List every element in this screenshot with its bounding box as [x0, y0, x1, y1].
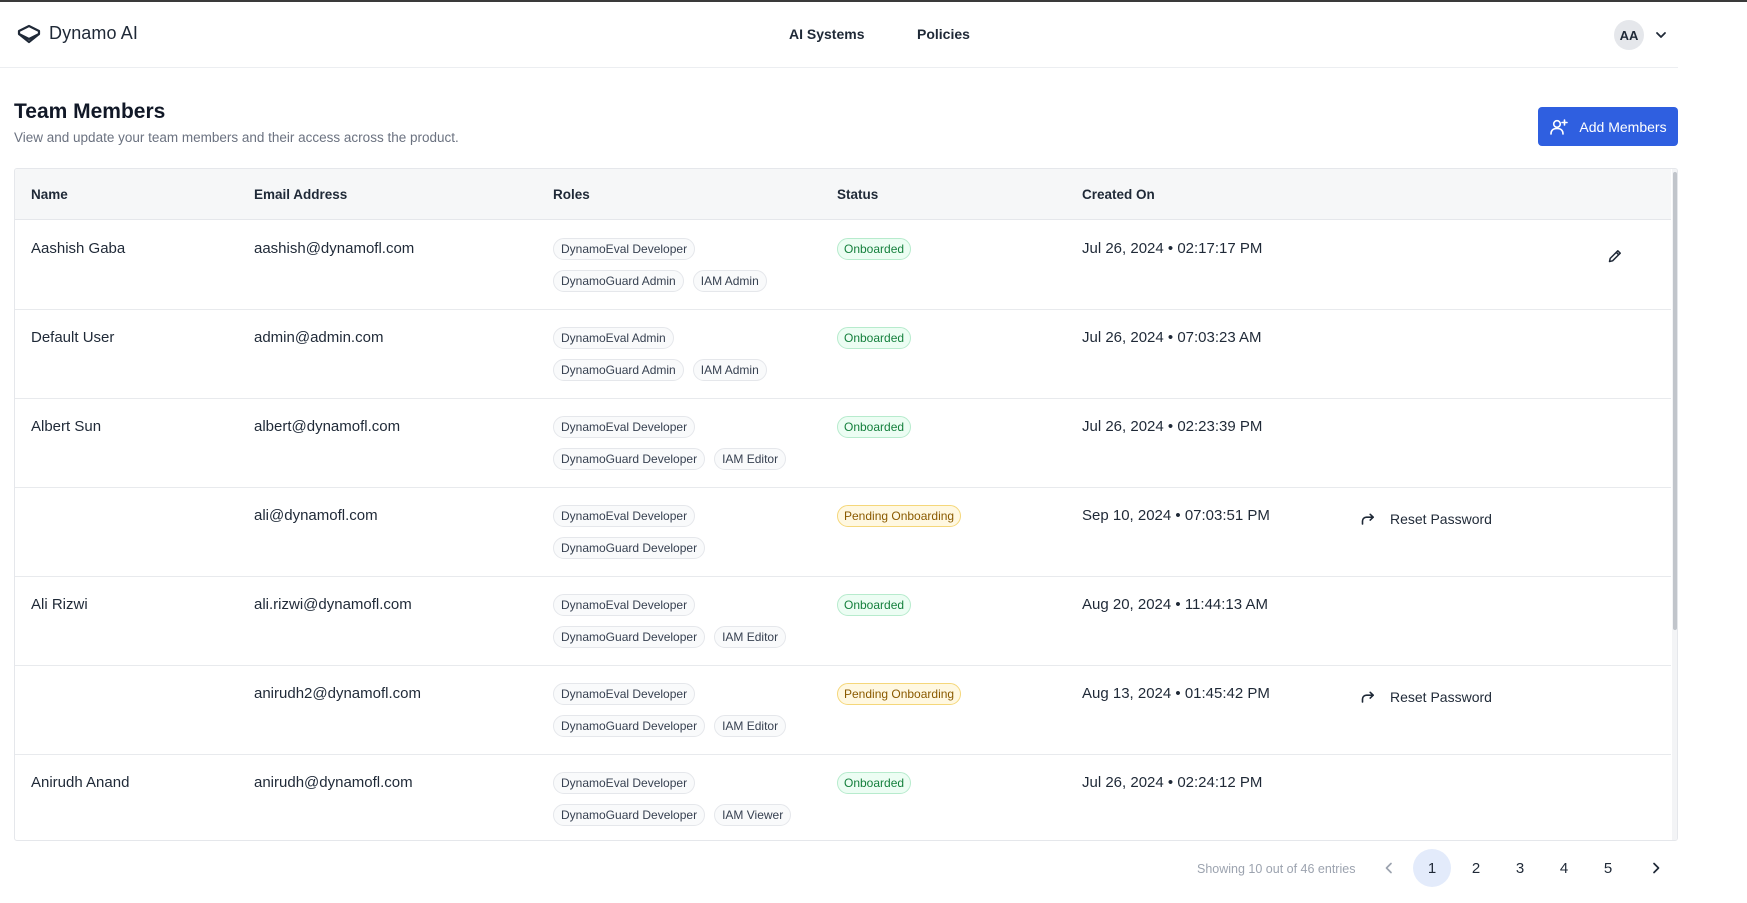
chevron-down-icon[interactable] — [1654, 28, 1668, 42]
table-row[interactable]: Ali Rizwi ali.rizwi@dynamofl.com DynamoE… — [15, 577, 1671, 666]
prev-page-button[interactable] — [1370, 849, 1408, 887]
role-list: DynamoEval Admin DynamoGuard Admin IAM Ad… — [553, 327, 813, 391]
logo-text: Dynamo AI — [49, 23, 138, 43]
role-chip: DynamoGuard Admin — [553, 359, 684, 381]
role-chip: IAM Viewer — [714, 804, 792, 826]
page-button-4[interactable]: 4 — [1545, 849, 1583, 887]
member-email: anirudh@dynamofl.com — [254, 774, 413, 791]
nav-policies[interactable]: Policies — [917, 26, 970, 42]
top-header: Dynamo AI AI Systems Policies AA — [0, 2, 1678, 68]
column-header-email: Email Address — [254, 187, 348, 202]
role-chip: DynamoEval Developer — [553, 505, 696, 527]
created-on: Aug 20, 2024 • 11:44:13 AM — [1082, 596, 1268, 613]
avatar[interactable]: AA — [1614, 20, 1644, 50]
role-chip: IAM Editor — [714, 626, 787, 648]
page-subtitle: View and update your team members and th… — [14, 130, 459, 145]
created-on: Jul 26, 2024 • 02:17:17 PM — [1082, 240, 1263, 257]
dynamo-logo-icon — [17, 24, 41, 43]
status-badge: Pending Onboarding — [837, 505, 962, 527]
member-name: Anirudh Anand — [31, 774, 130, 791]
page-button-5[interactable]: 5 — [1589, 849, 1627, 887]
status-badge: Pending Onboarding — [837, 683, 962, 705]
member-name: Ali Rizwi — [31, 596, 88, 613]
created-on: Jul 26, 2024 • 02:23:39 PM — [1082, 418, 1263, 435]
member-name: Albert Sun — [31, 418, 102, 435]
created-on: Jul 26, 2024 • 02:24:12 PM — [1082, 774, 1263, 791]
role-list: DynamoEval Developer DynamoGuard Develop… — [553, 416, 813, 480]
member-name: Aashish Gaba — [31, 240, 126, 257]
table-header: Name Email Address Roles Status Created … — [15, 169, 1671, 220]
pagination-summary: Showing 10 out of 46 entries — [1197, 862, 1356, 876]
table-row[interactable]: Default User admin@admin.com DynamoEval … — [15, 310, 1671, 399]
redo-arrow-icon — [1361, 691, 1374, 703]
chevron-right-icon — [1653, 862, 1660, 874]
page-button-1[interactable]: 1 — [1413, 849, 1451, 887]
created-on: Jul 26, 2024 • 07:03:23 AM — [1082, 329, 1262, 346]
reset-password-label: Reset Password — [1390, 689, 1492, 705]
logo[interactable]: Dynamo AI — [17, 23, 138, 44]
role-chip: DynamoEval Developer — [553, 772, 696, 794]
role-chip: DynamoGuard Developer — [553, 626, 706, 648]
role-chip: DynamoGuard Developer — [553, 448, 706, 470]
table-row[interactable]: anirudh2@dynamofl.com DynamoEval Develop… — [15, 666, 1671, 755]
member-email: ali@dynamofl.com — [254, 507, 378, 524]
role-list: DynamoEval Developer DynamoGuard Develop… — [553, 505, 813, 569]
role-chip: DynamoEval Developer — [553, 416, 696, 438]
created-on: Sep 10, 2024 • 07:03:51 PM — [1082, 507, 1270, 524]
add-members-label: Add Members — [1579, 118, 1667, 135]
role-list: DynamoEval Developer DynamoGuard Develop… — [553, 683, 813, 747]
status-badge: Onboarded — [837, 238, 912, 260]
column-header-name: Name — [31, 187, 68, 202]
page-button-2[interactable]: 2 — [1457, 849, 1495, 887]
column-header-roles: Roles — [553, 187, 590, 202]
table-row[interactable]: Albert Sun albert@dynamofl.com DynamoEva… — [15, 399, 1671, 488]
table-row[interactable]: Aashish Gaba aashish@dynamofl.com Dynamo… — [15, 221, 1671, 310]
role-chip: DynamoGuard Developer — [553, 715, 706, 737]
page-button-3[interactable]: 3 — [1501, 849, 1539, 887]
reset-password-button[interactable]: Reset Password — [1360, 511, 1492, 527]
role-chip: IAM Admin — [692, 270, 767, 292]
created-on: Aug 13, 2024 • 01:45:42 PM — [1082, 685, 1270, 702]
role-chip: DynamoGuard Admin — [553, 270, 684, 292]
column-header-created-on: Created On — [1082, 187, 1155, 202]
column-header-status: Status — [837, 187, 879, 202]
role-chip: IAM Admin — [692, 359, 767, 381]
status-badge: Onboarded — [837, 594, 912, 616]
role-list: DynamoEval Developer DynamoGuard Admin IA… — [553, 238, 813, 302]
member-email: anirudh2@dynamofl.com — [254, 685, 421, 702]
redo-arrow-icon — [1361, 513, 1374, 525]
reset-password-label: Reset Password — [1390, 511, 1492, 527]
role-list: DynamoEval Developer DynamoGuard Develop… — [553, 772, 813, 836]
table-scrollbar-thumb[interactable] — [1673, 172, 1677, 630]
member-email: ali.rizwi@dynamofl.com — [254, 596, 412, 613]
table-row[interactable]: Anirudh Anand anirudh@dynamofl.com Dynam… — [15, 755, 1671, 840]
nav-ai-systems[interactable]: AI Systems — [789, 26, 864, 42]
role-chip: DynamoGuard Developer — [553, 804, 706, 826]
role-chip: DynamoEval Admin — [553, 327, 674, 349]
member-name: Default User — [31, 329, 115, 346]
edit-icon[interactable] — [1607, 248, 1623, 264]
status-badge: Onboarded — [837, 327, 912, 349]
role-list: DynamoEval Developer DynamoGuard Develop… — [553, 594, 813, 658]
add-members-button[interactable]: Add Members — [1538, 107, 1678, 146]
status-badge: Onboarded — [837, 416, 912, 438]
reset-password-button[interactable]: Reset Password — [1360, 689, 1492, 705]
status-badge: Onboarded — [837, 772, 912, 794]
role-chip: DynamoEval Developer — [553, 683, 696, 705]
member-email: admin@admin.com — [254, 329, 384, 346]
next-page-button[interactable] — [1637, 849, 1675, 887]
page-title: Team Members — [14, 100, 166, 123]
role-chip: IAM Editor — [714, 448, 787, 470]
role-chip: DynamoEval Developer — [553, 594, 696, 616]
add-user-icon — [1550, 118, 1569, 135]
team-members-table: Name Email Address Roles Status Created … — [14, 168, 1678, 841]
member-email: albert@dynamofl.com — [254, 418, 401, 435]
member-email: aashish@dynamofl.com — [254, 240, 415, 257]
role-chip: IAM Editor — [714, 715, 787, 737]
chevron-left-icon — [1385, 862, 1392, 874]
role-chip: DynamoEval Developer — [553, 238, 696, 260]
role-chip: DynamoGuard Developer — [553, 537, 706, 559]
table-row[interactable]: ali@dynamofl.com DynamoEval Developer Dy… — [15, 488, 1671, 577]
